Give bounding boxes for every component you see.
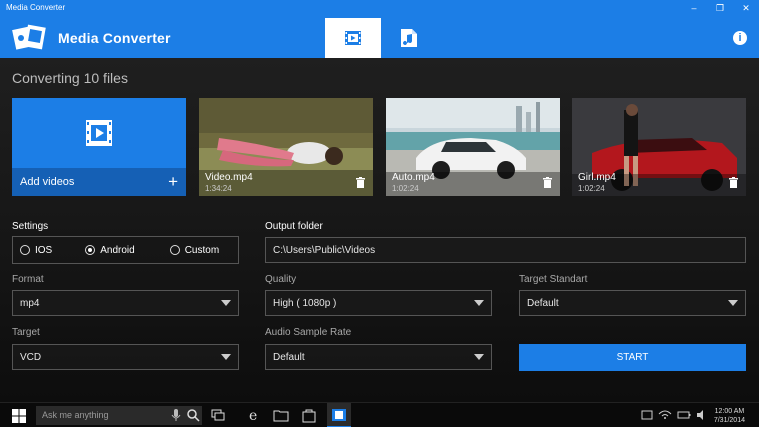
radio-android[interactable]: Android — [85, 244, 135, 256]
file-thumbnail[interactable]: Auto.mp4 1:02:24 — [386, 98, 560, 196]
quality-select[interactable]: High ( 1080p ) — [265, 290, 492, 316]
output-folder-label: Output folder — [265, 221, 323, 232]
radio-dot-selected — [85, 245, 96, 255]
target-label: Target — [12, 327, 40, 338]
tab-video[interactable] — [325, 18, 381, 58]
trash-icon[interactable] — [356, 177, 365, 188]
app-logo-icon — [12, 24, 46, 50]
trash-icon[interactable] — [543, 177, 552, 188]
wifi-icon[interactable] — [657, 407, 673, 423]
file-meta: Auto.mp4 1:02:24 — [392, 172, 435, 193]
audio-sample-rate-value: Default — [273, 351, 305, 363]
tab-audio[interactable] — [381, 18, 437, 58]
radio-label: Android — [100, 244, 135, 256]
internet-explorer-icon[interactable]: e — [247, 407, 263, 423]
main-panel: Converting 10 files Add videos + Video.m… — [0, 58, 759, 402]
video-tab-icon — [345, 31, 361, 45]
radio-dot — [20, 245, 30, 255]
microphone-icon[interactable] — [168, 407, 184, 423]
audio-sample-rate-select[interactable]: Default — [265, 344, 492, 370]
target-select[interactable]: VCD — [12, 344, 239, 370]
format-select[interactable]: mp4 — [12, 290, 239, 316]
file-duration: 1:34:24 — [205, 184, 232, 193]
settings-radio-group: IOS Android Custom — [12, 236, 239, 264]
settings-label: Settings — [12, 221, 49, 232]
file-duration: 1:02:24 — [578, 184, 605, 193]
radio-dot — [169, 245, 180, 255]
media-converter-icon — [332, 409, 346, 421]
search-icon[interactable] — [185, 407, 201, 423]
battery-icon[interactable] — [676, 407, 692, 423]
file-duration: 1:02:24 — [392, 184, 419, 193]
audio-file-icon — [401, 29, 417, 47]
app-header: Media Converter – ❐ ✕ Media Converter i — [0, 0, 759, 58]
file-meta: Girl.mp4 1:02:24 — [578, 172, 616, 193]
chevron-down-icon — [221, 354, 231, 360]
file-thumbnail[interactable]: Girl.mp4 1:02:24 — [572, 98, 746, 196]
format-label: Format — [12, 274, 44, 285]
target-value: VCD — [20, 351, 42, 363]
start-button[interactable]: START — [519, 344, 746, 371]
chevron-down-icon — [221, 300, 231, 306]
file-name: Auto.mp4 — [392, 172, 435, 183]
target-standart-value: Default — [527, 297, 559, 309]
radio-ios[interactable]: IOS — [20, 245, 52, 256]
page-title: Converting 10 files — [12, 70, 128, 86]
minimize-button[interactable]: – — [681, 0, 707, 16]
info-icon[interactable]: i — [733, 31, 747, 45]
add-videos-label: Add videos — [20, 176, 75, 188]
store-icon[interactable] — [301, 407, 317, 423]
quality-label: Quality — [265, 274, 297, 285]
volume-icon[interactable] — [694, 407, 710, 423]
close-button[interactable]: ✕ — [733, 0, 759, 16]
trash-icon[interactable] — [729, 177, 738, 188]
window-title: Media Converter — [6, 3, 66, 12]
chevron-down-icon — [728, 300, 738, 306]
add-videos-button[interactable]: Add videos + — [12, 98, 186, 196]
chevron-down-icon — [474, 300, 484, 306]
radio-custom[interactable]: Custom — [169, 244, 220, 256]
maximize-button[interactable]: ❐ — [707, 0, 733, 16]
window-controls: – ❐ ✕ — [681, 0, 759, 16]
app-name: Media Converter — [58, 30, 171, 46]
audio-sample-rate-label: Audio Sample Rate — [265, 327, 352, 338]
target-standart-label: Target Standart — [519, 274, 588, 285]
clock-time: 12:00 AM — [714, 408, 745, 415]
task-view-icon[interactable] — [210, 407, 226, 423]
plus-icon: + — [168, 172, 178, 191]
radio-label: Custom — [184, 244, 220, 256]
output-folder-input[interactable]: C:\Users\Public\Videos — [265, 237, 746, 263]
taskbar-active-app[interactable] — [327, 403, 351, 427]
chevron-down-icon — [474, 354, 484, 360]
radio-label: IOS — [35, 244, 53, 256]
action-center-icon[interactable] — [639, 407, 655, 423]
file-name: Video.mp4 — [205, 172, 253, 183]
clock-date: 7/31/2014 — [713, 417, 745, 424]
svg-text:e: e — [249, 408, 257, 423]
file-meta: Video.mp4 1:34:24 — [205, 172, 253, 193]
target-standart-select[interactable]: Default — [519, 290, 746, 316]
taskbar: Ask me anything e 12:00 AM 7/31/2014 — [0, 402, 759, 427]
file-explorer-icon[interactable] — [273, 407, 289, 423]
quality-value: High ( 1080p ) — [273, 297, 337, 309]
format-value: mp4 — [20, 297, 40, 309]
file-name: Girl.mp4 — [578, 172, 616, 183]
add-video-icon — [86, 120, 112, 146]
windows-start-icon[interactable] — [12, 409, 26, 423]
file-thumbnail[interactable]: Video.mp4 1:34:24 — [199, 98, 373, 196]
taskbar-clock[interactable]: 12:00 AM 7/31/2014 — [714, 407, 745, 425]
